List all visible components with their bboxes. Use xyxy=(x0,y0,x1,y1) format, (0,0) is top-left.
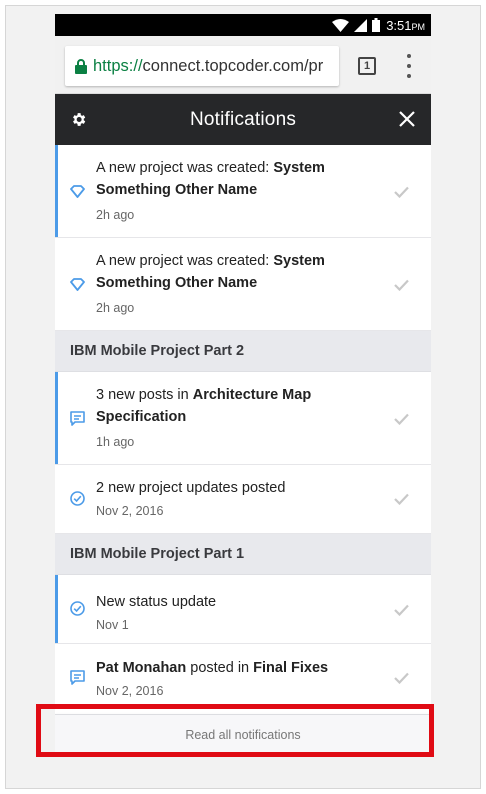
diamond-icon xyxy=(70,185,85,203)
checkmark-icon[interactable] xyxy=(394,412,409,430)
clock: 3:51PM xyxy=(386,17,425,33)
notification-time: Nov 1 xyxy=(96,618,129,632)
check-circle-icon xyxy=(70,601,85,621)
page-title: Notifications xyxy=(189,108,297,130)
screenshot-frame: 3:51PM https://connect.topcoder.com/pr 1… xyxy=(5,5,481,789)
url-text: https://connect.topcoder.com/pr xyxy=(93,56,324,75)
chat-icon xyxy=(70,411,85,431)
chat-icon xyxy=(70,670,85,690)
notification-text: A new project was created: System Someth… xyxy=(96,253,325,291)
notifications-header: Notifications xyxy=(55,94,431,145)
notification-item[interactable]: New status update Nov 1 xyxy=(55,575,431,644)
notification-time: 2h ago xyxy=(96,301,135,315)
more-menu-icon[interactable] xyxy=(405,54,413,78)
checkmark-icon[interactable] xyxy=(394,603,409,621)
notification-time: 1h ago xyxy=(96,435,135,449)
tab-switcher-button[interactable]: 1 xyxy=(358,57,376,75)
phone-screen: 3:51PM https://connect.topcoder.com/pr 1… xyxy=(55,14,431,754)
group-header: IBM Mobile Project Part 1 xyxy=(55,534,431,575)
group-header: IBM Mobile Project Part 2 xyxy=(55,331,431,372)
notification-item[interactable]: 3 new posts in Architecture Map Specific… xyxy=(55,372,431,465)
battery-icon xyxy=(372,18,381,32)
close-icon[interactable] xyxy=(399,111,415,132)
gear-icon[interactable] xyxy=(70,111,87,133)
wifi-icon xyxy=(332,18,350,32)
notification-item[interactable]: Pat Monahan posted in Final Fixes Nov 2,… xyxy=(55,644,431,712)
lock-icon xyxy=(75,58,87,74)
notification-item[interactable]: A new project was created: System Someth… xyxy=(55,145,431,238)
address-bar[interactable]: https://connect.topcoder.com/pr xyxy=(65,46,339,86)
notification-list: A new project was created: System Someth… xyxy=(55,145,431,712)
checkmark-icon[interactable] xyxy=(394,671,409,689)
notification-item[interactable]: 2 new project updates posted Nov 2, 2016 xyxy=(55,465,431,534)
read-all-button[interactable]: Read all notifications xyxy=(55,714,431,754)
notification-text: A new project was created: System Someth… xyxy=(96,160,325,198)
notification-text: 2 new project updates posted xyxy=(96,480,286,496)
check-circle-icon xyxy=(70,491,85,511)
diamond-icon xyxy=(70,278,85,296)
read-all-label: Read all notifications xyxy=(185,727,301,742)
notification-item[interactable]: A new project was created: System Someth… xyxy=(55,238,431,331)
browser-toolbar: https://connect.topcoder.com/pr 1 xyxy=(55,36,431,94)
status-bar: 3:51PM xyxy=(55,14,431,36)
notification-time: Nov 2, 2016 xyxy=(96,504,164,518)
notification-text: 3 new posts in Architecture Map Specific… xyxy=(96,387,312,425)
checkmark-icon[interactable] xyxy=(394,185,409,203)
signal-icon xyxy=(354,18,368,32)
checkmark-icon[interactable] xyxy=(394,278,409,296)
notification-time: Nov 2, 2016 xyxy=(96,684,164,698)
checkmark-icon[interactable] xyxy=(394,492,409,510)
notification-text: Pat Monahan posted in Final Fixes xyxy=(96,660,329,676)
notification-text: New status update xyxy=(96,594,217,610)
notification-time: 2h ago xyxy=(96,208,135,222)
